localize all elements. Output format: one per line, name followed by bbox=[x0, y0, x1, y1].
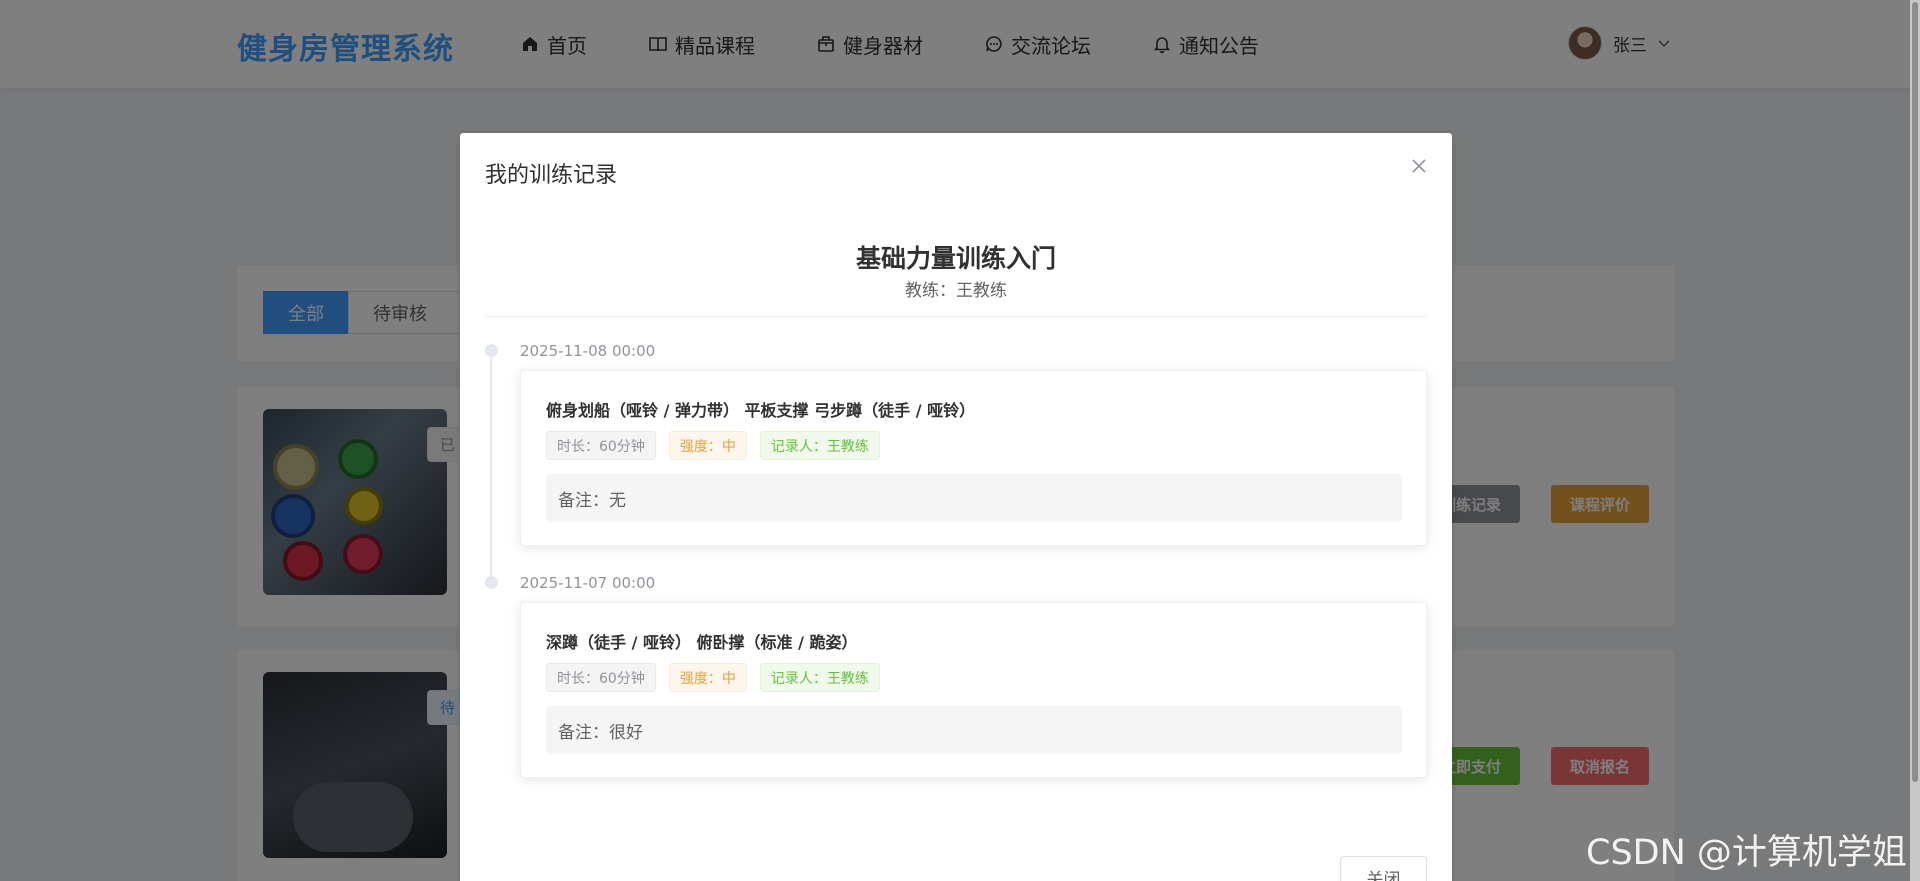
record-note: 备注：无 bbox=[546, 474, 1402, 522]
duration-tag: 时长：60分钟 bbox=[546, 431, 656, 460]
training-record-dialog: 我的训练记录 基础力量训练入门 教练：王教练 2025-11-08 00:00 … bbox=[460, 133, 1452, 881]
divider bbox=[485, 316, 1427, 317]
close-icon[interactable] bbox=[1410, 157, 1428, 175]
duration-tag: 时长：60分钟 bbox=[546, 663, 656, 692]
dialog-title: 我的训练记录 bbox=[485, 163, 618, 188]
record-card: 深蹲（徒手 / 哑铃） 俯卧撑（标准 / 跪姿） 时长：60分钟 强度：中 记录… bbox=[520, 602, 1427, 778]
record-tags: 时长：60分钟 强度：中 记录人：王教练 bbox=[546, 663, 893, 692]
timeline-dot bbox=[485, 344, 498, 357]
recorder-tag: 记录人：王教练 bbox=[759, 431, 880, 460]
record-note: 备注：很好 bbox=[546, 706, 1402, 754]
record-card: 俯身划船（哑铃 / 弹力带） 平板支撑 弓步蹲（徒手 / 哑铃） 时长：60分钟… bbox=[520, 370, 1427, 546]
intensity-tag: 强度：中 bbox=[668, 431, 747, 460]
close-button[interactable]: 关闭 bbox=[1340, 856, 1427, 881]
scrollbar-thumb[interactable] bbox=[1912, 2, 1918, 782]
timeline-dot bbox=[485, 576, 498, 589]
course-title: 基础力量训练入门 bbox=[855, 244, 1056, 273]
record-exercises: 俯身划船（哑铃 / 弹力带） 平板支撑 弓步蹲（徒手 / 哑铃） bbox=[546, 401, 976, 420]
intensity-tag: 强度：中 bbox=[668, 663, 747, 692]
record-tags: 时长：60分钟 强度：中 记录人：王教练 bbox=[546, 431, 893, 460]
record-time: 2025-11-07 00:00 bbox=[520, 574, 656, 592]
record-time: 2025-11-08 00:00 bbox=[520, 342, 656, 360]
recorder-tag: 记录人：王教练 bbox=[759, 663, 880, 692]
coach-label: 教练：王教练 bbox=[905, 281, 1007, 301]
watermark: CSDN @计算机学姐 bbox=[1586, 833, 1907, 873]
record-exercises: 深蹲（徒手 / 哑铃） 俯卧撑（标准 / 跪姿） bbox=[546, 633, 858, 652]
timeline-line bbox=[490, 351, 492, 583]
page-scrollbar[interactable] bbox=[1910, 0, 1920, 881]
